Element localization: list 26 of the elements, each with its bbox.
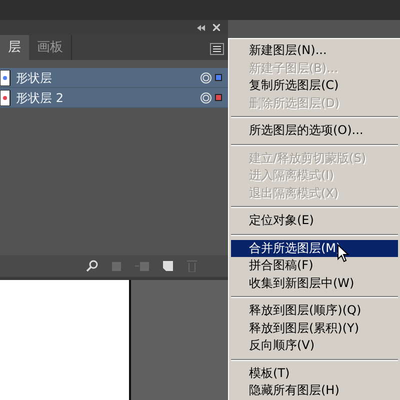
clipping-mask-icon[interactable] (112, 262, 121, 270)
menu-item[interactable]: 定位对象(E) (231, 212, 398, 230)
close-icon[interactable] (213, 24, 220, 31)
layer-row[interactable]: 形状层 (0, 68, 228, 88)
target-icon[interactable] (200, 92, 212, 104)
menu-item[interactable]: 模板(T) (231, 364, 398, 382)
menu-item[interactable]: 复制所选图层(C) (231, 77, 398, 94)
collapse-icon[interactable] (197, 24, 205, 30)
search-icon[interactable] (86, 260, 98, 272)
menu-icon[interactable] (210, 43, 224, 55)
menu-item[interactable]: 新建图层(N)... (231, 42, 398, 60)
menu-item[interactable]: 拼合图稿(F) (231, 257, 398, 274)
thumbnail-icon (0, 90, 11, 106)
menu-item[interactable]: 释放到图层(累积)(Y) (231, 320, 398, 337)
panel-tab[interactable]: 层 (0, 35, 29, 60)
menu-item[interactable]: 隐藏所有图层(H) (231, 382, 398, 400)
layer-name: 形状层 2 (16, 90, 64, 106)
menu-item[interactable]: 所选图层的选项(O)... (231, 122, 398, 140)
menu-item[interactable]: 收集到新图层中(W) (231, 274, 398, 292)
target-icon[interactable] (200, 72, 212, 84)
menu-item[interactable]: 释放到图层(顺序)(Q) (231, 302, 398, 320)
menu-item[interactable]: 反向顺序(V) (231, 337, 398, 354)
layer-name: 形状层 (16, 70, 53, 86)
layer-row[interactable]: 形状层 2 (0, 88, 228, 108)
thumbnail-icon (0, 70, 11, 86)
new-layer-icon[interactable] (163, 261, 173, 271)
